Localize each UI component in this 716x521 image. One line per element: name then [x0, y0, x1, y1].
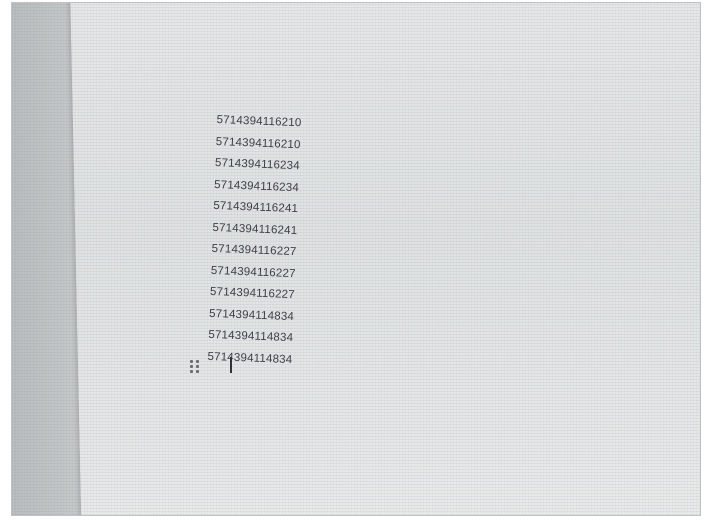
drag-handle-dot: [196, 365, 199, 368]
list-item: 5714394116227: [211, 242, 297, 259]
drag-handle-dot: [190, 370, 193, 373]
list-item: 5714394114834: [208, 328, 294, 345]
list-item: 5714394116227: [209, 285, 296, 302]
drag-handle-icon[interactable]: [190, 360, 200, 374]
list-item: 5714394114834: [207, 350, 293, 366]
drag-handle-dot: [196, 360, 199, 363]
photo-frame: 5714394116210 5714394116210 571439411623…: [11, 2, 701, 516]
drag-handle-dot: [196, 370, 199, 373]
list-item: 5714394116234: [214, 156, 301, 173]
text-cursor-icon: [230, 357, 232, 373]
document-page[interactable]: [70, 3, 700, 515]
number-list: 5714394116210 5714394116210 571439411623…: [207, 110, 302, 371]
drag-handle-dot: [190, 360, 193, 363]
list-item: 5714394116210: [216, 113, 302, 130]
drag-handle-dot: [190, 365, 193, 368]
list-item: 5714394116241: [213, 199, 299, 216]
